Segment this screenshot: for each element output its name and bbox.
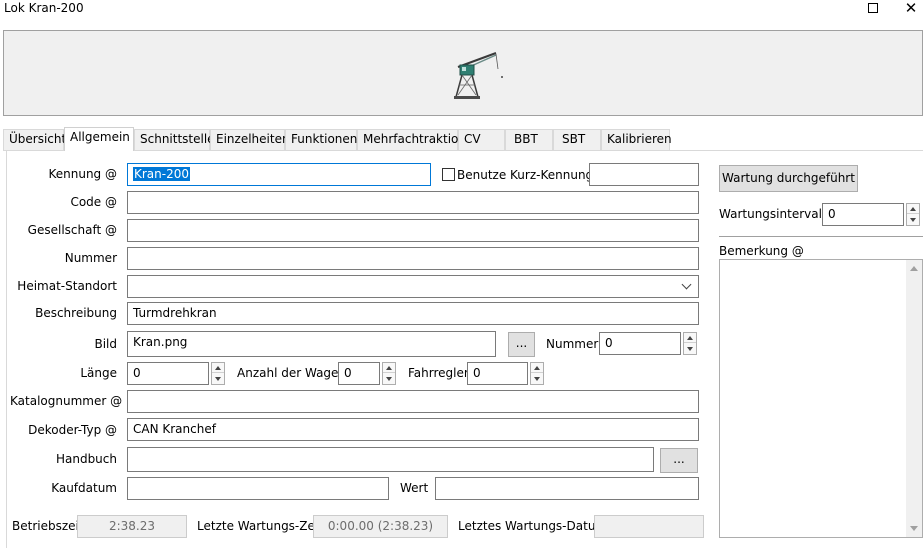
maximize-icon [868,3,878,13]
wert-label: Wert [400,481,429,495]
close-button[interactable]: ✕ [896,0,923,18]
title-bar: Lok Kran-200 ✕ [0,0,923,22]
spin-up-button[interactable] [212,363,224,373]
bemerkung-textarea[interactable] [719,259,923,538]
arrow-up-icon [386,366,392,370]
handbuch-label: Handbuch [55,452,117,466]
kurz-kennung-label: Benutze Kurz-Kennung [457,168,594,182]
fahrregler-input[interactable]: 0 [467,362,528,385]
code-label: Code @ [70,195,117,209]
window-title: Lok Kran-200 [4,1,84,15]
wert-input[interactable] [435,477,699,500]
spin-up-button[interactable] [383,363,395,373]
kennung-value: Kran-200 [133,167,190,181]
scroll-up-icon[interactable] [910,266,918,271]
beschreibung-label: Beschreibung [35,306,117,320]
tab-sbt[interactable]: SBT [553,129,601,150]
beschreibung-input[interactable]: Turmdrehkran [127,302,699,325]
tab-allgemein[interactable]: Allgemein [64,127,134,151]
arrow-down-icon [910,218,916,222]
arrow-up-icon [534,366,540,370]
bild-browse-button[interactable]: ... [508,332,535,357]
tab-einzelheiten[interactable]: Einzelheiten [210,129,290,150]
handbuch-input[interactable] [127,447,654,472]
arrow-down-icon [215,377,221,381]
letztes-wartungs-datum-value [594,515,704,538]
gesellschaft-label: Gesellschaft @ [27,223,117,237]
bild-nummer-label: Nummer [546,337,599,351]
code-input[interactable] [127,191,699,214]
katalognummer-input[interactable] [127,390,699,413]
close-icon: ✕ [904,0,918,17]
anzahl-wagen-spinner[interactable] [382,362,396,385]
bild-label: Bild [94,337,117,351]
tab-bbt[interactable]: BBT [505,129,553,150]
arrow-up-icon [215,366,221,370]
dekoder-typ-input[interactable]: CAN Kranchef [127,418,699,441]
betriebszeit-value: 2:38.23 [77,515,187,538]
arrow-down-icon [386,377,392,381]
crane-icon [454,52,503,99]
nummer-input[interactable] [127,247,699,270]
laenge-input[interactable]: 0 [127,362,209,385]
anzahl-wagen-input[interactable]: 0 [338,362,380,385]
betriebszeit-label: Betriebszeit [12,519,84,533]
handbuch-browse-button[interactable]: ... [660,448,698,473]
spin-up-button[interactable] [907,204,919,214]
spin-down-button[interactable] [531,374,543,384]
bemerkung-scrollbar[interactable] [906,260,922,537]
bild-nummer-spinner[interactable] [683,332,697,355]
chevron-down-icon [681,279,692,290]
anzahl-wagen-label: Anzahl der Wagen [237,366,347,380]
scroll-down-icon[interactable] [910,526,918,531]
right-column-divider [719,236,923,237]
wartung-durchgefuehrt-button[interactable]: Wartung durchgeführt [719,165,858,192]
fahrregler-label: Fahrregler [408,366,469,380]
spin-down-button[interactable] [907,215,919,225]
tab-cv[interactable]: CV [458,129,505,150]
tab-funktionen[interactable]: Funktionen [285,129,357,150]
tab-uebersicht[interactable]: Übersicht [3,129,66,150]
letzte-wartungs-zeit-value: 0:00.00 (2:38.23) [313,515,448,538]
arrow-down-icon [534,377,540,381]
laenge-spinner[interactable] [211,362,225,385]
locomotive-image-banner [3,30,923,116]
heimat-standort-label: Heimat-Standort [17,279,117,293]
maximize-button[interactable] [858,0,888,18]
arrow-down-icon [687,347,693,351]
tab-schnittstelle[interactable]: Schnittstelle [134,129,215,150]
kennung-label: Kennung @ [48,167,117,181]
spin-down-button[interactable] [684,344,696,354]
tab-kalibrieren[interactable]: Kalibrieren [601,129,672,150]
dekoder-typ-label: Dekoder-Typ @ [28,423,117,437]
bemerkung-label: Bemerkung @ [719,244,804,258]
bild-nummer-input[interactable]: 0 [599,332,681,355]
letztes-wartungs-datum-label: Letztes Wartungs-Datum [458,519,608,533]
nummer-label: Nummer [64,251,117,265]
kaufdatum-input[interactable] [127,477,389,500]
kaufdatum-label: Kaufdatum [51,481,117,495]
kurz-kennung-checkbox[interactable] [442,168,455,181]
letzte-wartungs-zeit-label: Letzte Wartungs-Zeit [197,519,323,533]
bild-input[interactable]: Kran.png [127,331,496,357]
wartungsintervall-label: Wartungsintervall [719,207,826,221]
heimat-standort-select[interactable] [127,275,699,298]
laenge-label: Länge [80,366,117,380]
arrow-up-icon [687,336,693,340]
wartungsintervall-input[interactable]: 0 [822,203,904,226]
spin-up-button[interactable] [684,333,696,343]
katalognummer-label: Katalognummer @ [10,394,123,408]
gesellschaft-input[interactable] [127,219,699,242]
wartungsintervall-spinner[interactable] [906,203,920,226]
kurz-kennung-input[interactable] [589,163,699,186]
spin-down-button[interactable] [383,374,395,384]
spin-down-button[interactable] [212,374,224,384]
arrow-up-icon [910,207,916,211]
tab-mehrfachtraktion[interactable]: Mehrfachtraktion [357,129,466,150]
fahrregler-spinner[interactable] [530,362,544,385]
kennung-input[interactable]: Kran-200 [127,163,431,186]
tab-strip: Übersicht Allgemein Schnittstelle Einzel… [3,127,923,151]
spin-up-button[interactable] [531,363,543,373]
